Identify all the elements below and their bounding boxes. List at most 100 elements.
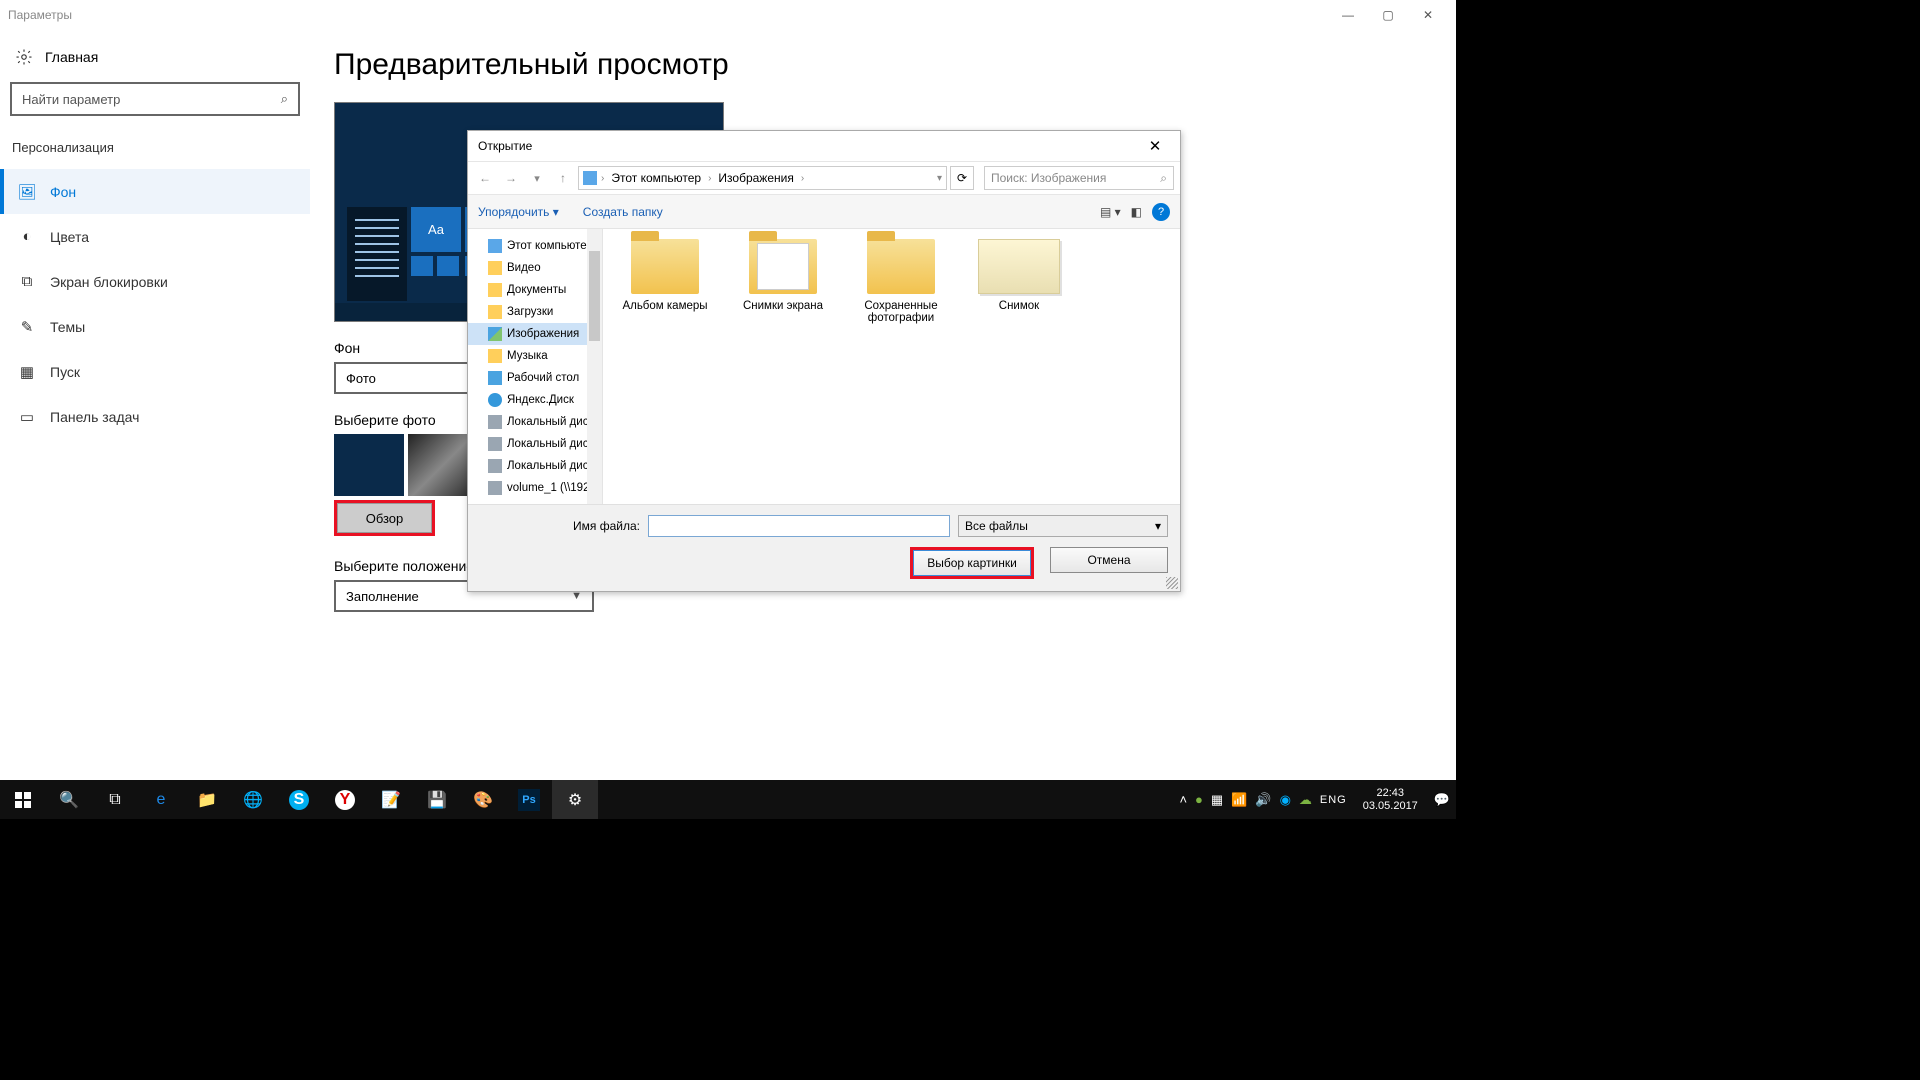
chevron-right-icon: ›	[708, 173, 711, 184]
taskbar-app-notepad[interactable]: 📝	[368, 780, 414, 819]
tray-chevron-up-icon[interactable]: ˄	[1179, 792, 1187, 807]
preview-sample-text: Aa	[411, 207, 461, 252]
cancel-button[interactable]: Отмена	[1050, 547, 1168, 573]
tree-item: Локальный диск	[468, 411, 602, 433]
breadcrumb-item[interactable]: Этот компьютер	[608, 171, 704, 185]
chevron-down-icon[interactable]: ▾	[937, 173, 942, 184]
sidebar-item-start[interactable]: ▦ Пуск	[0, 349, 310, 394]
folder-item[interactable]: Сохраненные фотографии	[847, 239, 955, 324]
sidebar-item-label: Темы	[50, 319, 85, 335]
tree-item: Яндекс.Диск	[468, 389, 602, 411]
highlight-browse: Обзор	[334, 500, 435, 536]
sidebar-item-label: Фон	[50, 184, 76, 200]
address-bar[interactable]: › Этот компьютер › Изображения › ▾	[578, 166, 947, 190]
minimize-button[interactable]: —	[1328, 0, 1368, 30]
filename-input[interactable]	[648, 515, 950, 537]
action-center-icon[interactable]: 💬	[1434, 792, 1450, 808]
back-button[interactable]: ←	[474, 171, 496, 185]
windows-icon	[15, 792, 31, 808]
sidebar-item-lockscreen[interactable]: ⧉ Экран блокировки	[0, 259, 310, 304]
taskbar-app-skype[interactable]: S	[276, 780, 322, 819]
tree-item: volume_1 (\\192	[468, 477, 602, 499]
clock-date: 03.05.2017	[1363, 800, 1418, 813]
sidebar-item-label: Пуск	[50, 364, 80, 380]
breadcrumb-item[interactable]: Изображения	[715, 171, 796, 185]
home-link[interactable]: Главная	[0, 40, 310, 74]
file-list: Альбом камеры Снимки экрана Сохраненные …	[603, 229, 1180, 504]
sidebar-item-themes[interactable]: ✎ Темы	[0, 304, 310, 349]
taskbar-app-photoshop[interactable]: Ps	[506, 780, 552, 819]
title-bar: Параметры — ▢ ✕	[0, 0, 1456, 30]
filetype-select[interactable]: Все файлы▾	[958, 515, 1168, 537]
sidebar-item-label: Цвета	[50, 229, 89, 245]
clock-time: 22:43	[1363, 787, 1418, 800]
up-button[interactable]: ↑	[552, 171, 574, 185]
highlight-open: Выбор картинки	[910, 547, 1034, 579]
themes-icon: ✎	[18, 318, 36, 336]
tray-app-icon[interactable]: ◉	[1280, 792, 1291, 808]
folder-item[interactable]: Снимки экрана	[729, 239, 837, 324]
taskbar-app[interactable]: 💾	[414, 780, 460, 819]
dialog-search-input[interactable]: Поиск: Изображения ⌕	[984, 166, 1174, 190]
tree-item: Видео	[468, 257, 602, 279]
chevron-right-icon: ›	[801, 173, 804, 184]
filename-label: Имя файла:	[480, 519, 640, 533]
search-button[interactable]: 🔍	[46, 780, 92, 819]
file-item[interactable]: Снимок	[965, 239, 1073, 324]
help-button[interactable]: ?	[1152, 203, 1170, 221]
sidebar: Главная Найти параметр ⌕ Персонализация …	[0, 30, 310, 780]
forward-button[interactable]: →	[500, 171, 522, 185]
taskbar: 🔍 ⧉ e 📁 🌐 S Y 📝 💾 🎨 Ps ⚙ ˄ ● ▦ 📶 🔊 ◉ ☁ E…	[0, 780, 1456, 819]
language-indicator[interactable]: ENG	[1320, 794, 1347, 806]
sidebar-item-taskbar[interactable]: ▭ Панель задач	[0, 394, 310, 439]
tray-icon[interactable]: ●	[1195, 792, 1203, 807]
tree-item: Музыка	[468, 345, 602, 367]
gear-icon	[15, 48, 33, 66]
tray-app-icon[interactable]: ▦	[1211, 792, 1223, 808]
dialog-close-button[interactable]: ✕	[1140, 137, 1170, 155]
tree-item: Локальный диск	[468, 433, 602, 455]
organize-menu[interactable]: Упорядочить ▾	[478, 205, 559, 219]
palette-icon: ◐	[18, 228, 36, 245]
sidebar-item-label: Панель задач	[50, 409, 139, 425]
taskbar-app-settings[interactable]: ⚙	[552, 780, 598, 819]
close-button[interactable]: ✕	[1408, 0, 1448, 30]
wifi-icon[interactable]: 📶	[1231, 792, 1247, 808]
taskbar-icon: ▭	[18, 408, 36, 426]
task-view-button[interactable]: ⧉	[92, 780, 138, 819]
taskbar-app[interactable]: 🌐	[230, 780, 276, 819]
recent-dropdown[interactable]: ▾	[526, 172, 548, 185]
tray-app-icon[interactable]: ☁	[1299, 792, 1312, 808]
start-button[interactable]	[0, 780, 46, 819]
taskbar-app-yandex[interactable]: Y	[322, 780, 368, 819]
taskbar-app-paint[interactable]: 🎨	[460, 780, 506, 819]
volume-icon[interactable]: 🔊	[1255, 792, 1271, 808]
folder-item[interactable]: Альбом камеры	[611, 239, 719, 324]
preview-pane-toggle[interactable]: ◧	[1131, 205, 1142, 219]
maximize-button[interactable]: ▢	[1368, 0, 1408, 30]
view-options[interactable]: ▤ ▾	[1100, 205, 1121, 219]
chevron-right-icon: ›	[601, 173, 604, 184]
sidebar-item-background[interactable]: 🖼 Фон	[0, 169, 310, 214]
sidebar-item-colors[interactable]: ◐ Цвета	[0, 214, 310, 259]
dialog-title-bar: Открытие ✕	[468, 131, 1180, 161]
search-input[interactable]: Найти параметр ⌕	[10, 82, 300, 116]
folder-tree[interactable]: Этот компьютер Видео Документы Загрузки …	[468, 229, 603, 504]
system-tray: ˄ ● ▦ 📶 🔊 ◉ ☁ ENG 22:43 03.05.2017 💬	[1179, 787, 1456, 813]
dialog-search-placeholder: Поиск: Изображения	[991, 171, 1106, 185]
taskbar-app-edge[interactable]: e	[138, 780, 184, 819]
file-open-dialog: Открытие ✕ ← → ▾ ↑ › Этот компьютер › Из…	[467, 130, 1181, 592]
refresh-button[interactable]: ⟳	[950, 166, 974, 190]
tree-item: Этот компьютер	[468, 235, 602, 257]
resize-grip[interactable]	[1166, 577, 1178, 589]
tree-item: Рабочий стол	[468, 367, 602, 389]
photo-thumb[interactable]	[334, 434, 404, 496]
open-button[interactable]: Выбор картинки	[913, 550, 1031, 576]
scrollbar[interactable]	[587, 229, 602, 504]
browse-button[interactable]: Обзор	[337, 503, 432, 533]
chevron-down-icon: ▾	[1155, 519, 1161, 533]
new-folder-button[interactable]: Создать папку	[583, 205, 663, 219]
clock[interactable]: 22:43 03.05.2017	[1355, 787, 1426, 813]
taskbar-app-explorer[interactable]: 📁	[184, 780, 230, 819]
image-icon: 🖼	[18, 183, 36, 201]
